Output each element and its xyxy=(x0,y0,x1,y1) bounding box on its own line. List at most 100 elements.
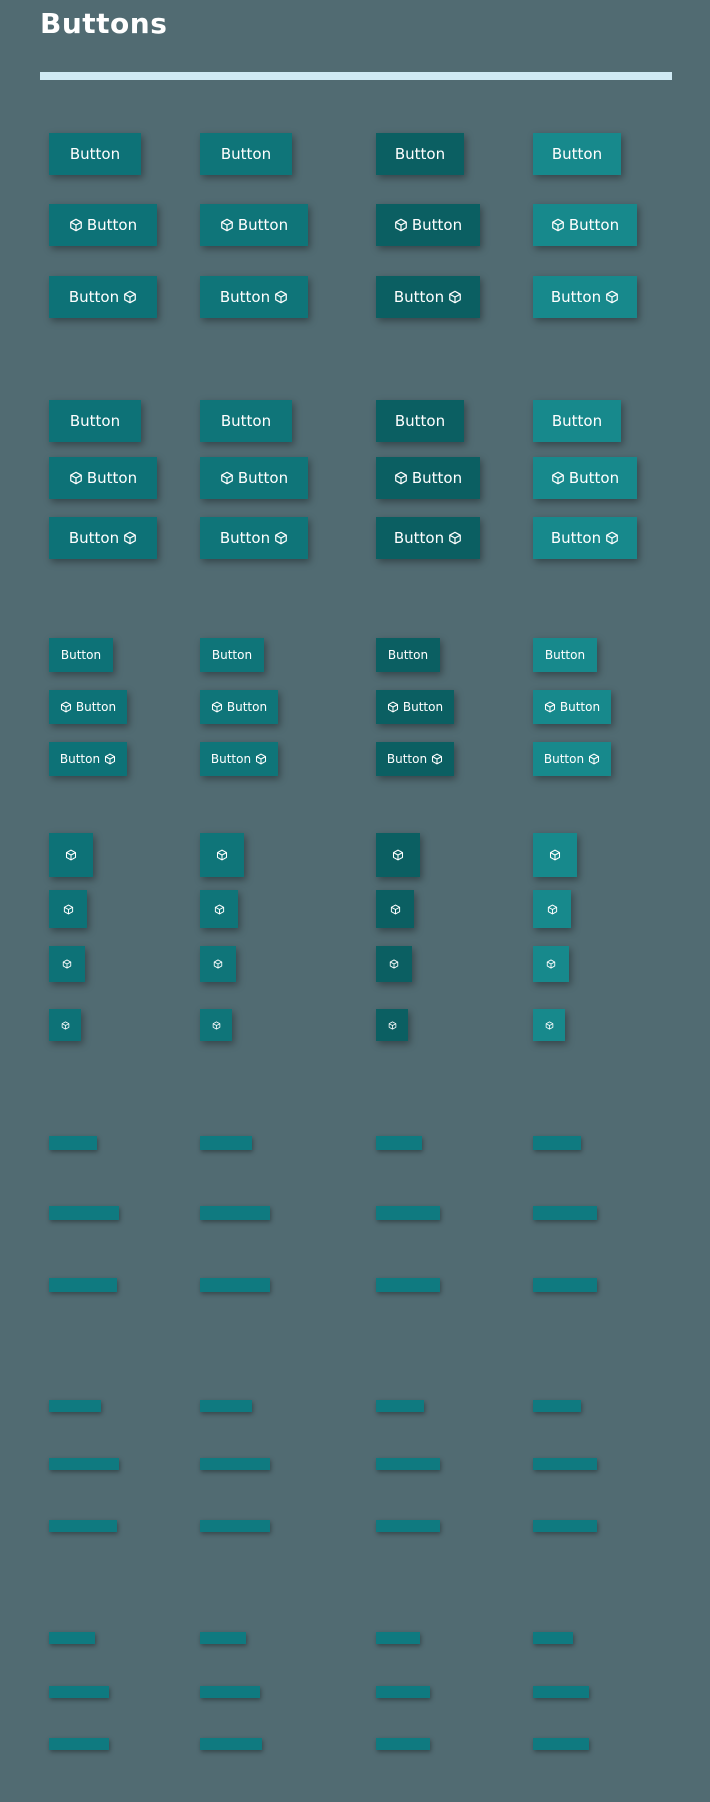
text-button[interactable] xyxy=(376,1738,430,1750)
button-lg-trail[interactable]: Button xyxy=(49,517,157,559)
button-label: Button xyxy=(411,469,463,487)
text-button[interactable] xyxy=(200,1632,246,1644)
button-label: Button xyxy=(543,752,585,766)
text-button[interactable] xyxy=(200,1738,262,1750)
text-button[interactable] xyxy=(533,1278,597,1292)
box-icon xyxy=(60,701,72,713)
text-button[interactable] xyxy=(533,1686,589,1698)
button-lg-lead[interactable]: Button xyxy=(376,457,480,499)
button-md-lead[interactable]: Button xyxy=(49,690,127,724)
button-lg-lead[interactable]: Button xyxy=(376,204,480,246)
button-lg-text[interactable]: Button xyxy=(200,400,292,442)
button-lg-text[interactable]: Button xyxy=(376,400,464,442)
button-lg-lead[interactable]: Button xyxy=(200,204,308,246)
box-icon xyxy=(62,959,72,969)
text-button[interactable] xyxy=(376,1400,424,1412)
button-label: Button xyxy=(86,469,138,487)
button-lg-lead[interactable]: Button xyxy=(533,457,637,499)
button-lg-lead[interactable]: Button xyxy=(49,457,157,499)
button-lg-trail[interactable]: Button xyxy=(200,276,308,318)
text-button[interactable] xyxy=(49,1136,97,1150)
button-md-text[interactable]: Button xyxy=(200,638,264,672)
box-icon xyxy=(390,904,401,915)
button-md-lead[interactable]: Button xyxy=(200,690,278,724)
text-button[interactable] xyxy=(49,1206,119,1220)
button-lg-text[interactable]: Button xyxy=(49,400,141,442)
button-lg-trail[interactable]: Button xyxy=(376,517,480,559)
text-button[interactable] xyxy=(200,1686,260,1698)
text-button[interactable] xyxy=(533,1136,581,1150)
button-lg-trail[interactable]: Button xyxy=(376,276,480,318)
text-button[interactable] xyxy=(200,1400,252,1412)
icon-button[interactable] xyxy=(376,890,414,928)
button-lg-lead[interactable]: Button xyxy=(200,457,308,499)
button-lg-text[interactable]: Button xyxy=(376,133,464,175)
icon-button[interactable] xyxy=(49,833,93,877)
button-label: Button xyxy=(550,529,602,547)
text-button[interactable] xyxy=(49,1738,109,1750)
button-lg-text[interactable]: Button xyxy=(533,133,621,175)
icon-button[interactable] xyxy=(200,946,236,982)
text-button[interactable] xyxy=(533,1520,597,1532)
text-button[interactable] xyxy=(376,1520,440,1532)
text-button[interactable] xyxy=(49,1458,119,1470)
button-lg-trail[interactable]: Button xyxy=(200,517,308,559)
text-button[interactable] xyxy=(200,1458,270,1470)
icon-button[interactable] xyxy=(200,833,244,877)
text-button[interactable] xyxy=(49,1400,101,1412)
icon-button[interactable] xyxy=(376,1009,408,1041)
icon-button[interactable] xyxy=(49,1009,81,1041)
button-lg-trail[interactable]: Button xyxy=(49,276,157,318)
button-md-trail[interactable]: Button xyxy=(376,742,454,776)
text-button[interactable] xyxy=(533,1206,597,1220)
text-button[interactable] xyxy=(376,1278,440,1292)
button-lg-trail[interactable]: Button xyxy=(533,276,637,318)
button-lg-text[interactable]: Button xyxy=(533,400,621,442)
text-button[interactable] xyxy=(376,1632,420,1644)
box-icon xyxy=(123,290,137,304)
icon-button[interactable] xyxy=(200,1009,232,1041)
button-label: Button xyxy=(387,648,429,662)
text-button[interactable] xyxy=(533,1632,573,1644)
text-button[interactable] xyxy=(533,1458,597,1470)
text-button[interactable] xyxy=(200,1520,270,1532)
button-lg-lead[interactable]: Button xyxy=(533,204,637,246)
button-label: Button xyxy=(568,216,620,234)
text-button[interactable] xyxy=(376,1136,422,1150)
text-button[interactable] xyxy=(49,1520,117,1532)
box-icon xyxy=(388,1020,397,1030)
button-md-text[interactable]: Button xyxy=(49,638,113,672)
button-lg-text[interactable]: Button xyxy=(49,133,141,175)
button-md-text[interactable]: Button xyxy=(533,638,597,672)
text-button[interactable] xyxy=(49,1632,95,1644)
text-button[interactable] xyxy=(376,1206,440,1220)
icon-button[interactable] xyxy=(533,946,569,982)
button-md-lead[interactable]: Button xyxy=(376,690,454,724)
button-md-trail[interactable]: Button xyxy=(200,742,278,776)
text-button[interactable] xyxy=(533,1400,581,1412)
icon-button[interactable] xyxy=(376,833,420,877)
icon-button[interactable] xyxy=(200,890,238,928)
text-button[interactable] xyxy=(376,1458,440,1470)
button-lg-lead[interactable]: Button xyxy=(49,204,157,246)
text-button[interactable] xyxy=(200,1278,270,1292)
icon-button[interactable] xyxy=(533,890,571,928)
text-button[interactable] xyxy=(49,1278,117,1292)
text-button[interactable] xyxy=(200,1136,252,1150)
icon-button[interactable] xyxy=(49,946,85,982)
text-button[interactable] xyxy=(533,1738,589,1750)
button-md-trail[interactable]: Button xyxy=(49,742,127,776)
text-button[interactable] xyxy=(49,1686,109,1698)
button-label: Button xyxy=(226,700,268,714)
text-button[interactable] xyxy=(200,1206,270,1220)
icon-button[interactable] xyxy=(376,946,412,982)
button-lg-text[interactable]: Button xyxy=(200,133,292,175)
button-lg-trail[interactable]: Button xyxy=(533,517,637,559)
icon-button[interactable] xyxy=(49,890,87,928)
icon-button[interactable] xyxy=(533,833,577,877)
icon-button[interactable] xyxy=(533,1009,565,1041)
button-md-lead[interactable]: Button xyxy=(533,690,611,724)
text-button[interactable] xyxy=(376,1686,430,1698)
button-md-text[interactable]: Button xyxy=(376,638,440,672)
button-md-trail[interactable]: Button xyxy=(533,742,611,776)
